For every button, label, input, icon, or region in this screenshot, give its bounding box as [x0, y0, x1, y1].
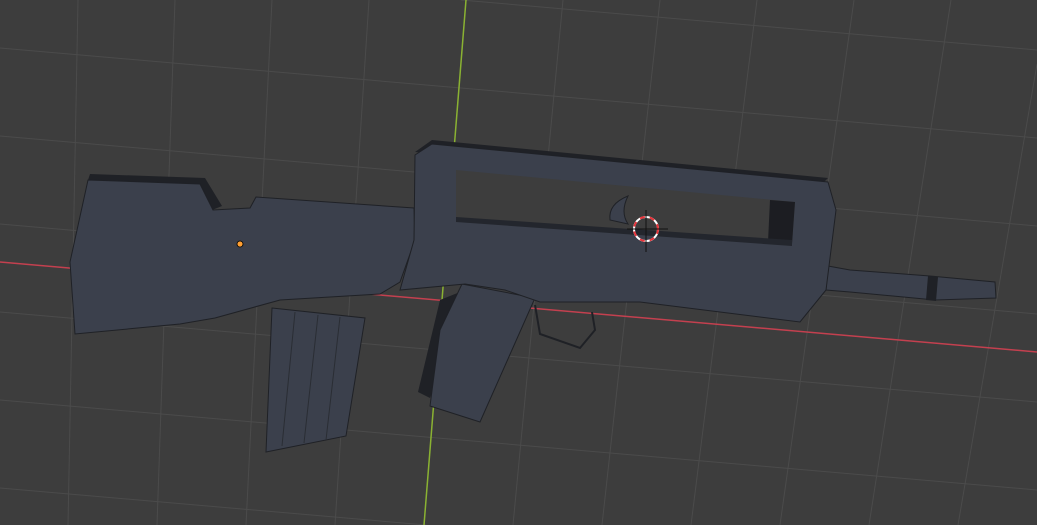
- 3d-viewport[interactable]: [0, 0, 1037, 525]
- object-origin-dot: [236, 240, 244, 248]
- window-inner-shadow: [768, 200, 795, 244]
- barrel-ring: [926, 276, 938, 301]
- viewport-canvas[interactable]: [0, 0, 1037, 525]
